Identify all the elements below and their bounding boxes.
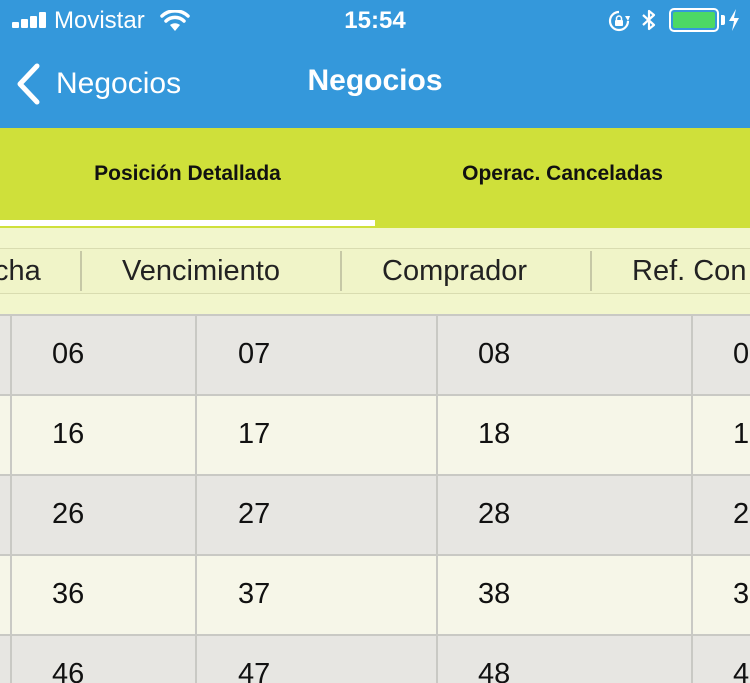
tab-label: Operac. Canceladas [462, 162, 663, 185]
table-row[interactable]: 16 17 18 1 [0, 394, 750, 474]
column-separator [80, 251, 82, 291]
cell-divider [10, 316, 12, 394]
cell-divider [691, 636, 693, 683]
cell-divider [195, 636, 197, 683]
page-title: Negocios [307, 64, 443, 97]
cell-divider [195, 556, 197, 634]
bluetooth-icon [642, 9, 656, 31]
cell-divider [10, 396, 12, 474]
table-cell: 07 [238, 338, 271, 370]
cell-divider [195, 396, 197, 474]
column-header-vencimiento[interactable]: Vencimiento [122, 249, 280, 293]
table-cell: 46 [52, 658, 85, 683]
table-cell: 47 [238, 658, 271, 683]
column-header-row[interactable]: cha Vencimiento Comprador Ref. Con [0, 248, 750, 294]
tab-label: Posición Detallada [94, 162, 281, 185]
table-cell: 26 [52, 498, 85, 530]
column-separator [590, 251, 592, 291]
cell-divider [691, 476, 693, 554]
charging-bolt-icon [729, 9, 739, 31]
segmented-tabs: Posición Detallada Operac. Canceladas [0, 128, 750, 228]
table-cell: 3 [733, 578, 750, 610]
table-cell: 17 [238, 418, 271, 450]
cell-divider [436, 636, 438, 683]
cell-divider [436, 396, 438, 474]
table-row[interactable]: 36 37 38 3 [0, 554, 750, 634]
table-cell: 48 [478, 658, 511, 683]
table-row[interactable]: 06 07 08 0 [0, 314, 750, 394]
cell-divider [691, 396, 693, 474]
table-cell: 18 [478, 418, 511, 450]
data-table[interactable]: 06 07 08 0 16 17 18 1 26 27 28 2 36 37 3… [0, 314, 750, 683]
battery-icon [669, 8, 719, 32]
cell-divider [436, 556, 438, 634]
status-time: 15:54 [344, 7, 406, 34]
top-bar: Movistar 15:54 Negocios Negocios [0, 0, 750, 128]
table-cell: 36 [52, 578, 85, 610]
tab-operac-canceladas[interactable]: Operac. Canceladas [375, 128, 750, 228]
selected-tab-indicator [0, 220, 375, 226]
battery-nub [721, 15, 725, 25]
table-cell: 0 [733, 338, 750, 370]
table-cell: 37 [238, 578, 271, 610]
column-separator [340, 251, 342, 291]
cell-divider [436, 316, 438, 394]
table-row[interactable]: 46 47 48 4 [0, 634, 750, 683]
status-bar: Movistar 15:54 [0, 0, 750, 40]
cell-divider [436, 476, 438, 554]
tab-posicion-detallada[interactable]: Posición Detallada [0, 128, 375, 228]
table-cell: 4 [733, 658, 750, 683]
cell-divider [10, 636, 12, 683]
cell-divider [10, 556, 12, 634]
table-spacer [0, 294, 750, 314]
table-cell: 16 [52, 418, 85, 450]
navigation-bar: Negocios Negocios [0, 40, 750, 128]
table-cell: 28 [478, 498, 511, 530]
table-cell: 08 [478, 338, 511, 370]
table-cell: 1 [733, 418, 750, 450]
cell-divider [691, 316, 693, 394]
cell-divider [195, 476, 197, 554]
rotation-lock-icon [608, 10, 630, 32]
battery-level [673, 12, 715, 28]
cell-divider [195, 316, 197, 394]
column-header-ref[interactable]: Ref. Con [632, 249, 746, 293]
cell-divider [691, 556, 693, 634]
header-spacer [0, 228, 750, 248]
column-header-fecha[interactable]: cha [0, 249, 41, 293]
table-cell: 27 [238, 498, 271, 530]
table-cell: 06 [52, 338, 85, 370]
table-cell: 2 [733, 498, 750, 530]
table-row[interactable]: 26 27 28 2 [0, 474, 750, 554]
table-cell: 38 [478, 578, 511, 610]
column-header-comprador[interactable]: Comprador [382, 249, 527, 293]
cell-divider [10, 476, 12, 554]
